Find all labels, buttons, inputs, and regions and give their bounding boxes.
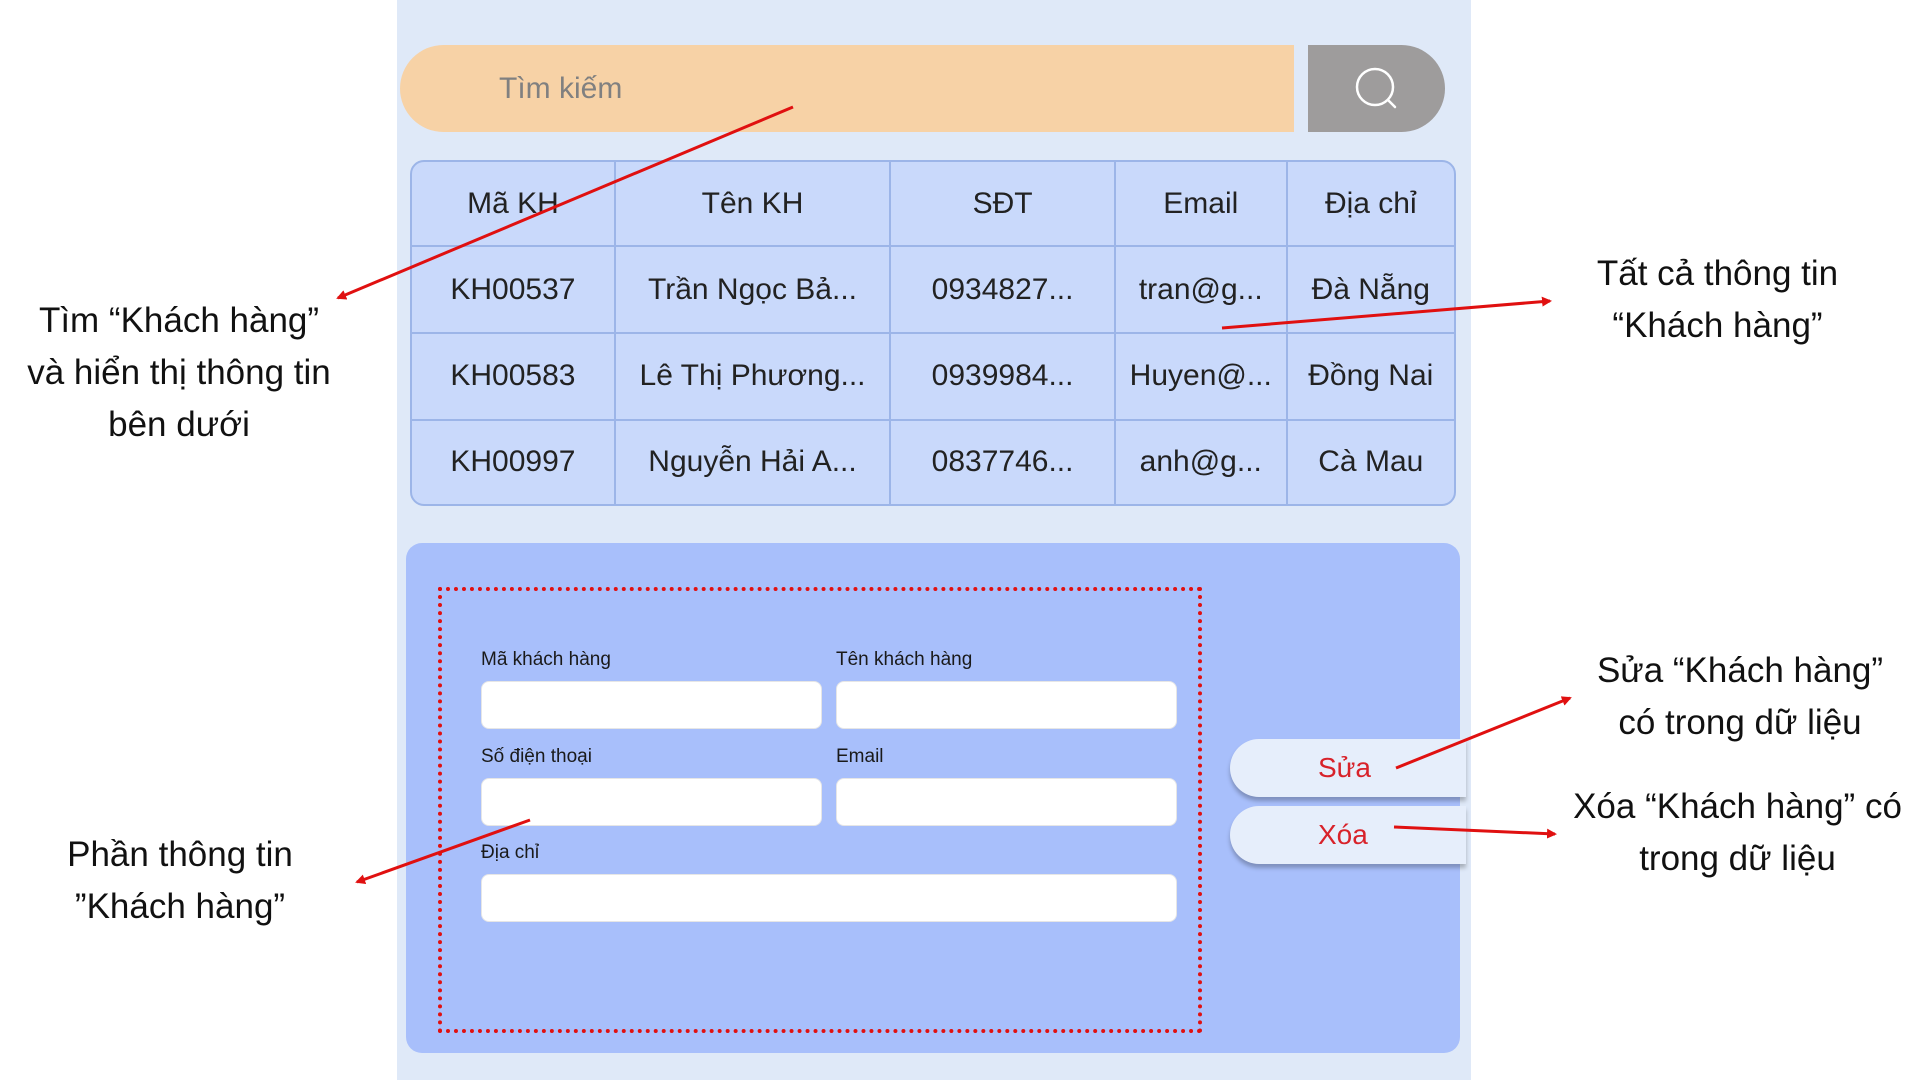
search-annotation-arrow bbox=[336, 105, 794, 300]
form-annotation: Phần thông tin ”Khách hàng” bbox=[67, 835, 293, 926]
all-info-annotation-arrow bbox=[1221, 296, 1552, 330]
edit-annotation: Sửa “Khách hàng” có trong dữ liệu bbox=[1596, 651, 1884, 742]
search-annotation: Tìm “Khách hàng” và hiển thị thông tin b… bbox=[27, 301, 331, 444]
delete-annotation: Xóa “Khách hàng” có trong dữ liệu bbox=[1573, 787, 1902, 878]
all-info-annotation: Tất cả thông tin “Khách hàng” bbox=[1596, 254, 1839, 345]
form-annotation-arrow bbox=[355, 818, 531, 885]
delete-annotation-arrow bbox=[1393, 825, 1557, 839]
edit-annotation-arrow bbox=[1395, 696, 1572, 770]
